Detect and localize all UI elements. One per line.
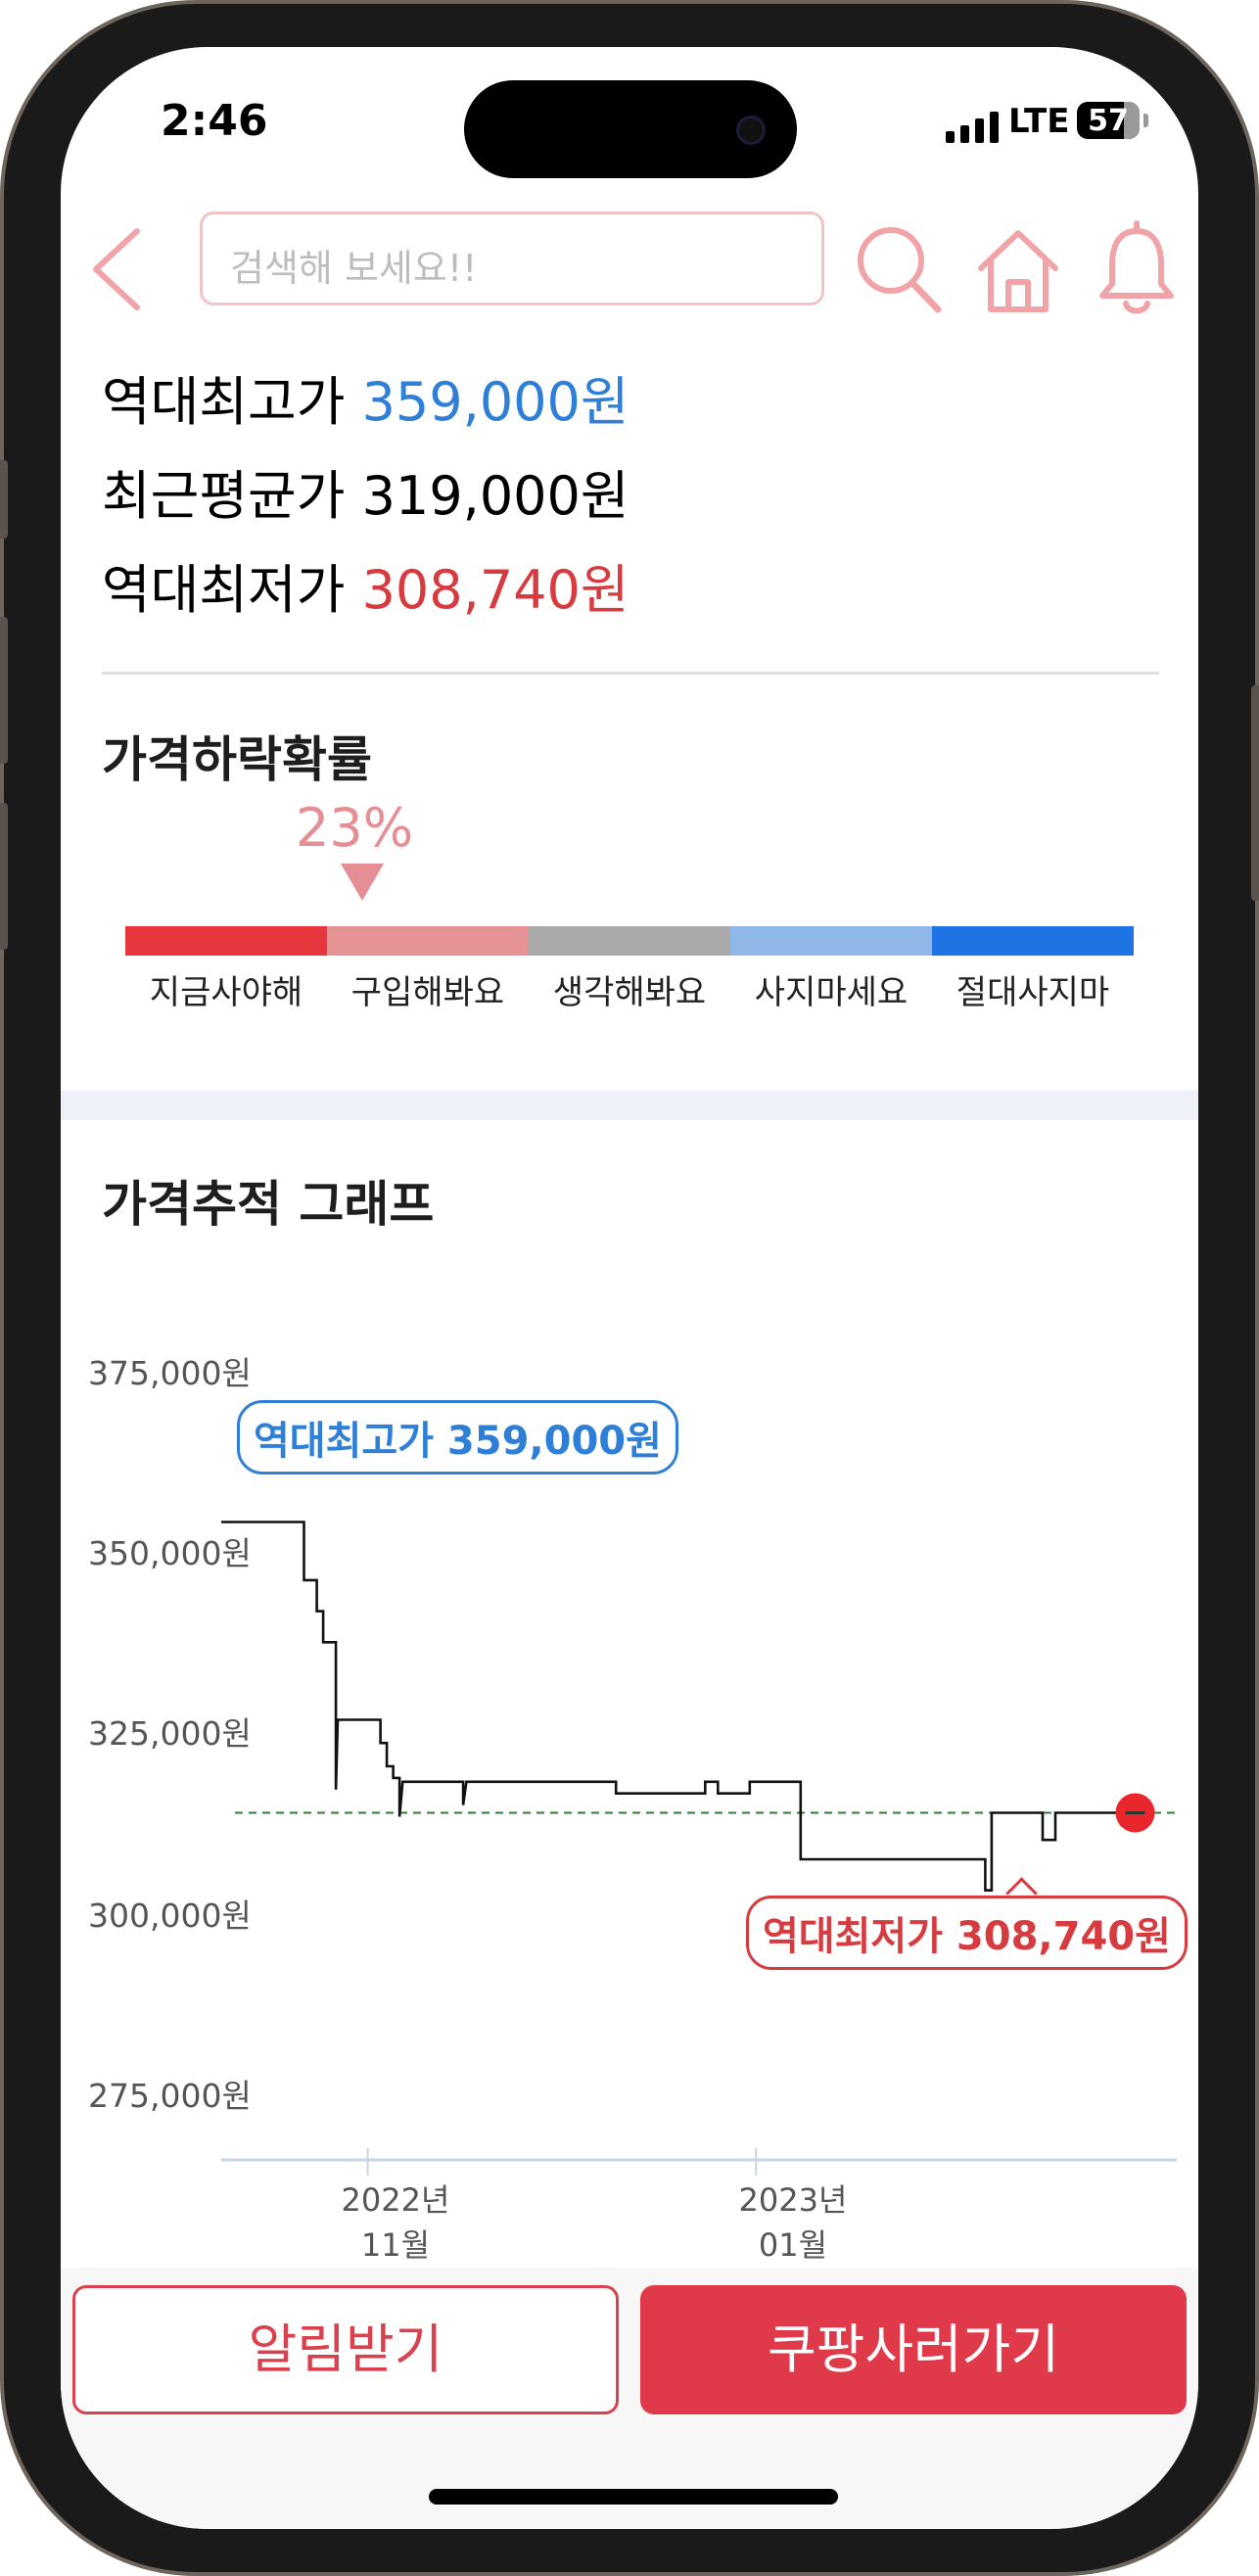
prob-segment: [932, 926, 1134, 956]
home-icon[interactable]: [971, 219, 1065, 317]
min-price-value: 308,740원: [361, 559, 630, 621]
prob-segment: [730, 926, 932, 956]
prob-segment: [125, 926, 327, 956]
probability-value: 23%: [296, 797, 414, 859]
divider: [102, 672, 1159, 675]
prob-segment: [529, 926, 730, 956]
prob-segment-label: 구입해봐요: [350, 973, 505, 1012]
min-price-callout: 역대최저가 308,740원: [746, 1896, 1188, 1970]
home-indicator: [429, 2489, 838, 2505]
min-price-row: 역대최저가 308,740원: [102, 546, 630, 624]
max-price-label: 역대최고가: [102, 371, 346, 433]
network-label: LTE: [1008, 102, 1070, 141]
battery-icon: 57: [1077, 102, 1140, 139]
side-button-volume-down: [0, 803, 8, 950]
back-icon[interactable]: [86, 225, 145, 313]
graph-title: 가격추적 그래프: [102, 1176, 435, 1233]
side-button-volume-up: [0, 617, 8, 764]
section-separator: [61, 1091, 1198, 1120]
x-tick-label: 2022년 11월: [317, 2178, 474, 2268]
x-tick-month: 01월: [758, 2226, 828, 2264]
side-button-silent: [0, 460, 8, 539]
avg-price-row: 최근평균가 319,000원: [102, 452, 630, 530]
max-price-value: 359,000원: [361, 371, 630, 433]
search-input[interactable]: 검색해 보세요!!: [200, 211, 824, 305]
x-tick-year: 2022년: [341, 2181, 450, 2219]
x-tick-month: 11월: [360, 2226, 431, 2264]
max-price-row: 역대최고가 359,000원: [102, 358, 630, 436]
phone-frame: 2:46 LTE 57 검색해 보세요!! 역대최고가 359,000원 최근평…: [0, 0, 1259, 2576]
search-icon[interactable]: [852, 219, 946, 317]
prob-segment-label: 절대사지마: [956, 973, 1110, 1012]
alert-button[interactable]: 알림받기: [72, 2285, 619, 2414]
battery-level: 57: [1088, 104, 1129, 138]
min-price-label: 역대최저가: [102, 559, 346, 621]
probability-title: 가격하락확률: [102, 731, 372, 788]
battery-tip: [1143, 114, 1148, 127]
x-tick-label: 2023년 01월: [715, 2178, 871, 2268]
bell-icon[interactable]: [1093, 213, 1181, 321]
prob-segment-label: 생각해봐요: [552, 973, 707, 1012]
max-price-callout: 역대최고가 359,000원: [237, 1400, 678, 1475]
prob-segment-label: 지금사야해: [149, 973, 303, 1012]
prob-segment: [327, 926, 529, 956]
x-tick-year: 2023년: [738, 2181, 848, 2219]
status-time: 2:46: [161, 96, 268, 146]
avg-price-label: 최근평균가: [102, 465, 346, 527]
camera-icon: [736, 116, 766, 145]
probability-marker-icon: [341, 864, 384, 901]
buy-button[interactable]: 쿠팡사러가기: [640, 2285, 1187, 2414]
avg-price-value: 319,000원: [361, 465, 630, 527]
signal-icon: [946, 110, 999, 143]
prob-segment-label: 사지마세요: [754, 973, 909, 1012]
price-series-line: [221, 1521, 1126, 1892]
screen: 2:46 LTE 57 검색해 보세요!! 역대최고가 359,000원 최근평…: [61, 47, 1198, 2529]
side-button-power: [1251, 685, 1259, 901]
